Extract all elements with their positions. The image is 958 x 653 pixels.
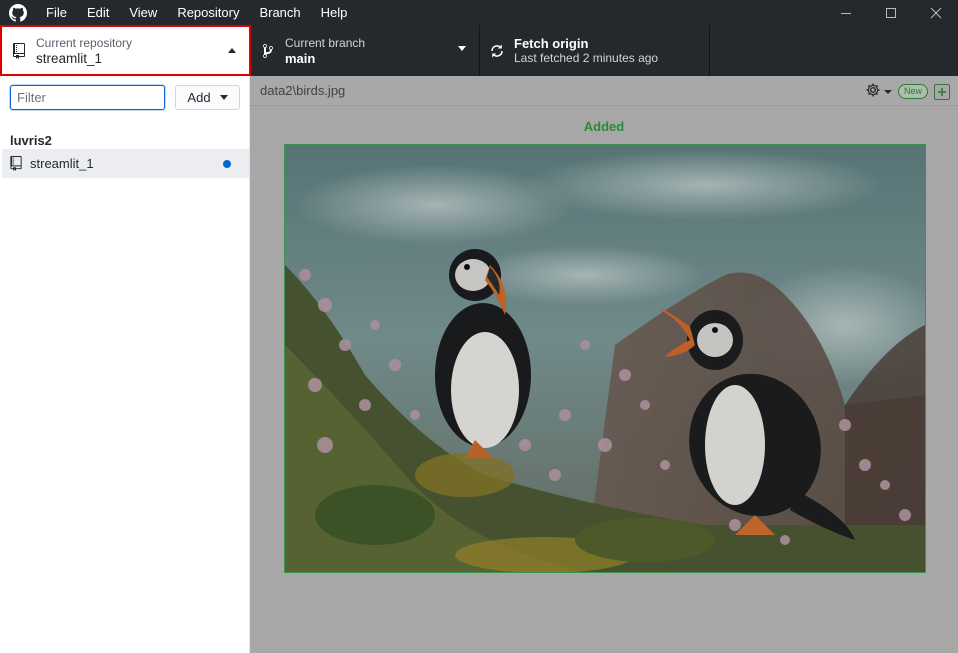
image-preview <box>284 144 926 573</box>
caret-down-icon <box>458 46 466 51</box>
menu-file[interactable]: File <box>36 0 77 25</box>
fetch-subtitle: Last fetched 2 minutes ago <box>514 50 659 65</box>
chevron-down-icon[interactable] <box>883 89 892 94</box>
fetch-origin-button[interactable]: Fetch origin Last fetched 2 minutes ago <box>480 25 710 76</box>
plus-square-icon <box>934 83 950 100</box>
current-repository-button[interactable]: Current repository streamlit_1 <box>0 25 251 76</box>
menu-help[interactable]: Help <box>311 0 358 25</box>
repo-item-label: streamlit_1 <box>30 156 94 171</box>
close-icon <box>930 7 941 18</box>
fetch-title: Fetch origin <box>514 35 589 51</box>
caret-up-icon <box>228 48 236 53</box>
branch-name: main <box>285 50 316 66</box>
file-path: data2\birds.jpg <box>260 83 346 98</box>
file-path-bar: data2\birds.jpg New <box>250 76 958 106</box>
menu-repository[interactable]: Repository <box>167 0 249 25</box>
add-repository-button[interactable]: Add <box>175 85 240 110</box>
changes-indicator-dot <box>223 160 231 168</box>
repo-icon <box>2 42 36 59</box>
sync-icon <box>480 43 514 59</box>
menu-branch[interactable]: Branch <box>249 0 310 25</box>
new-file-badge: New <box>897 84 928 99</box>
menu-edit[interactable]: Edit <box>77 0 119 25</box>
maximize-icon <box>885 7 896 18</box>
toolbar: Current repository streamlit_1 Current b… <box>0 25 958 76</box>
diff-status-label: Added <box>583 119 625 134</box>
github-logo-icon <box>0 0 36 25</box>
repo-caption: Current repository <box>36 35 133 50</box>
repo-name: streamlit_1 <box>36 50 103 66</box>
title-bar: File Edit View Repository Branch Help <box>0 0 958 25</box>
maximize-button[interactable] <box>868 0 913 25</box>
repo-list-item[interactable]: streamlit_1 <box>2 149 249 178</box>
filter-input[interactable] <box>10 85 165 110</box>
window-controls <box>823 0 958 25</box>
repository-list-panel: Add luvris2 streamlit_1 <box>0 76 250 653</box>
close-button[interactable] <box>913 0 958 25</box>
add-label: Add <box>187 90 211 105</box>
chevron-down-icon <box>219 95 228 100</box>
current-branch-button[interactable]: Current branch main <box>251 25 480 76</box>
repo-icon <box>2 156 30 171</box>
menu-view[interactable]: View <box>119 0 167 25</box>
diff-view: data2\birds.jpg New Added <box>250 76 958 653</box>
puffins-image <box>285 145 925 572</box>
filter-row: Add <box>10 85 240 110</box>
minimize-button[interactable] <box>823 0 868 25</box>
repo-group-header: luvris2 <box>10 133 52 148</box>
branch-icon <box>251 43 285 59</box>
gear-icon[interactable] <box>865 82 881 101</box>
minimize-icon <box>840 12 851 14</box>
branch-caption: Current branch <box>285 35 366 50</box>
diff-tools: New <box>865 82 950 101</box>
